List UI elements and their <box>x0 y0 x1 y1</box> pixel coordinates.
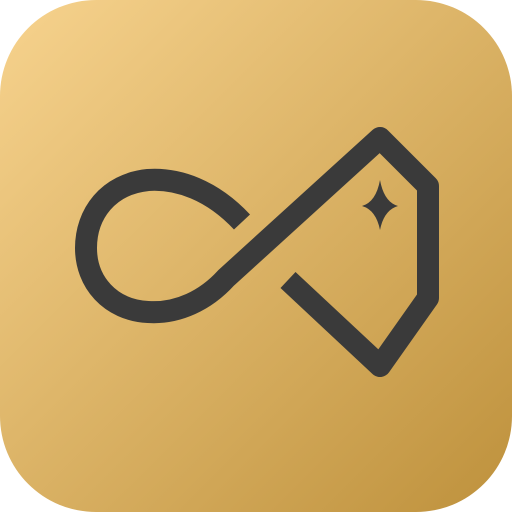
app-icon-graphic <box>0 0 512 512</box>
app-icon[interactable] <box>0 0 512 512</box>
